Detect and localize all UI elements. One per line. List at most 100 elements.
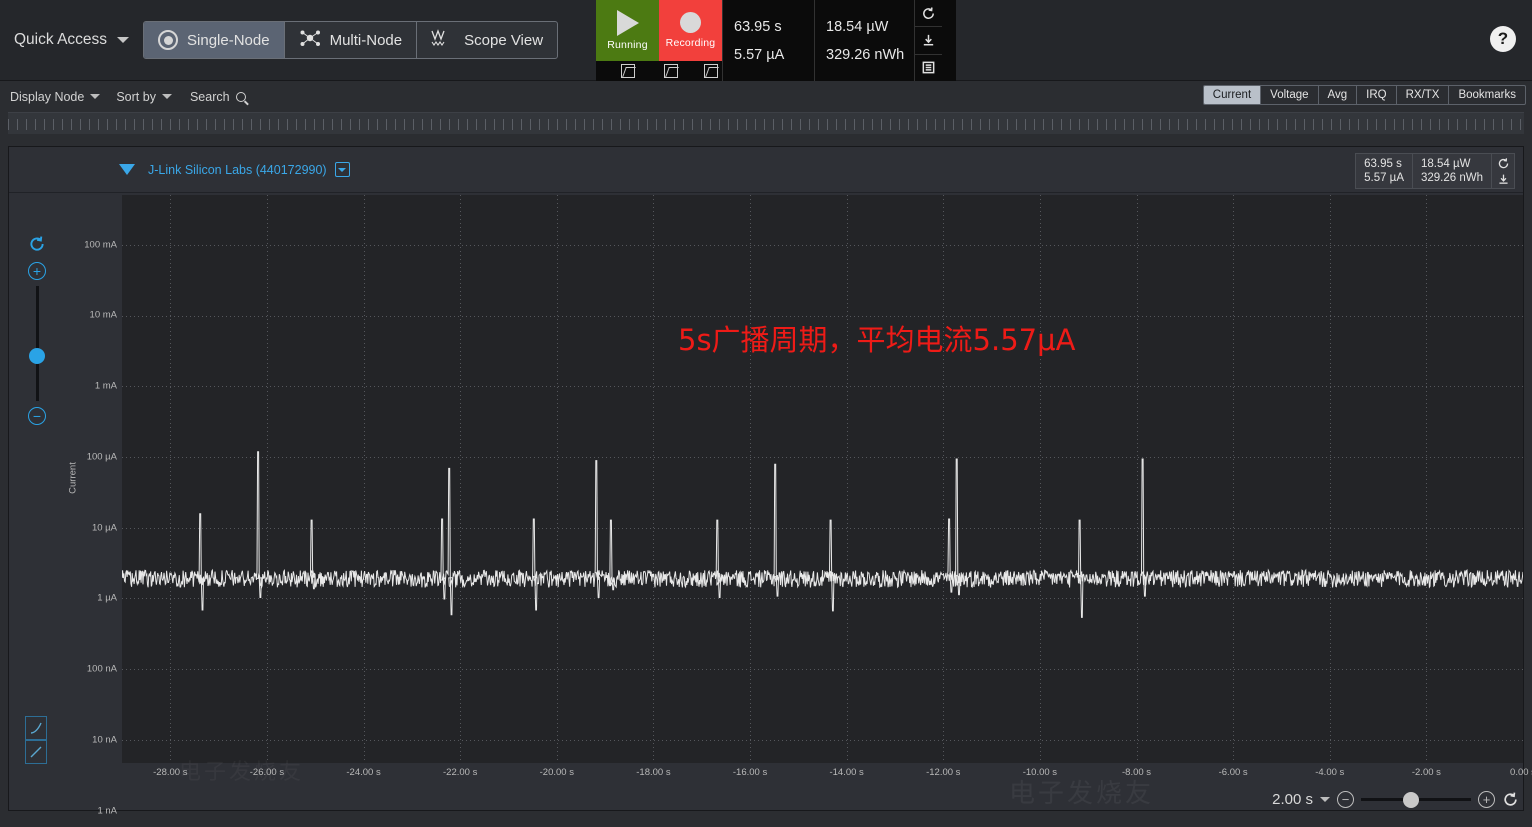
tab-rxtx[interactable]: RX/TX bbox=[1397, 86, 1450, 104]
save-icon[interactable] bbox=[1494, 172, 1512, 186]
list-icon[interactable] bbox=[915, 55, 942, 81]
x-tick-label: -20.00 s bbox=[540, 767, 574, 778]
y-tick-label: 100 µA bbox=[87, 452, 117, 463]
recording-button[interactable]: Recording bbox=[659, 0, 722, 61]
tab-voltage[interactable]: Voltage bbox=[1261, 86, 1318, 104]
zoom-in-button[interactable]: + bbox=[28, 262, 46, 280]
zoom-slider-knob[interactable] bbox=[29, 348, 45, 364]
help-icon[interactable]: ? bbox=[1490, 26, 1516, 52]
node-stats-icons bbox=[1492, 154, 1514, 188]
node-header: J-Link Silicon Labs (440172990) 63.95 s … bbox=[9, 147, 1523, 193]
sub-toolbar: Display Node Sort by Search Current Volt… bbox=[0, 81, 1532, 112]
chevron-down-icon[interactable] bbox=[1320, 797, 1330, 802]
node-energy: 329.26 nWh bbox=[1421, 172, 1483, 184]
zoom-reset-icon[interactable] bbox=[28, 235, 46, 258]
zoom-out-button[interactable]: − bbox=[28, 407, 46, 425]
y-axis-title: Current bbox=[67, 462, 78, 494]
y-tick-label: 1 mA bbox=[95, 381, 117, 392]
y-tick-label: 10 mA bbox=[90, 310, 117, 321]
tab-irq[interactable]: IRQ bbox=[1357, 86, 1396, 104]
run-record-cluster: Running Recording 63.95 s 5.57 µA 18.54 … bbox=[596, 0, 956, 81]
x-tick-label: -8.00 s bbox=[1122, 767, 1151, 778]
y-tick-label: 100 nA bbox=[87, 664, 117, 675]
y-axis: Current 100 mA 10 mA 1 mA 100 µA 10 µA 1… bbox=[53, 193, 121, 763]
tab-avg[interactable]: Avg bbox=[1319, 86, 1358, 104]
time-zoom-in-button[interactable]: + bbox=[1478, 791, 1495, 808]
toolbar-elapsed-time: 63.95 s bbox=[734, 19, 814, 35]
trigger-fall-icon[interactable] bbox=[704, 64, 718, 78]
mode-button-multi-node[interactable]: Multi-Node bbox=[285, 22, 418, 58]
save-icon[interactable] bbox=[915, 27, 942, 54]
record-icon bbox=[680, 12, 701, 33]
quick-access-menu[interactable]: Quick Access bbox=[14, 31, 129, 49]
reset-icon[interactable] bbox=[915, 0, 942, 27]
mode-label-multi-node: Multi-Node bbox=[330, 32, 403, 49]
current-plot[interactable]: 5s广播周期，平均电流5.57μA bbox=[122, 195, 1523, 763]
play-icon bbox=[617, 10, 639, 36]
node-avg-power: 18.54 µW bbox=[1421, 158, 1483, 170]
node-time-current-stats: 63.95 s 5.57 µA bbox=[1356, 154, 1413, 188]
running-label: Running bbox=[607, 39, 648, 51]
display-node-dropdown[interactable]: Display Node bbox=[10, 90, 100, 104]
display-node-label: Display Node bbox=[10, 90, 84, 104]
node-dropdown-button[interactable] bbox=[335, 162, 350, 177]
toolbar-avg-current: 5.57 µA bbox=[734, 47, 814, 63]
toolbar-avg-power: 18.54 µW bbox=[826, 19, 914, 35]
scope-view-icon bbox=[431, 28, 455, 52]
chart-area: + − Current 100 mA 10 mA 1 mA 100 µA 10 … bbox=[9, 193, 1525, 812]
search-label: Search bbox=[190, 90, 230, 104]
collapse-triangle-icon[interactable] bbox=[119, 164, 135, 175]
time-zoom-control: 2.00 s − + bbox=[1272, 791, 1519, 808]
log-scale-icon[interactable] bbox=[25, 716, 47, 740]
running-column: Running bbox=[596, 0, 659, 81]
recording-label: Recording bbox=[666, 37, 716, 49]
mode-button-scope-view[interactable]: Scope View bbox=[417, 22, 557, 58]
trigger-rise-icon[interactable] bbox=[664, 64, 678, 78]
time-window-value: 2.00 s bbox=[1272, 791, 1313, 808]
chevron-down-icon bbox=[162, 94, 172, 99]
node-elapsed-time: 63.95 s bbox=[1364, 158, 1404, 170]
sort-by-dropdown[interactable]: Sort by bbox=[116, 90, 172, 104]
x-tick-label: -16.00 s bbox=[733, 767, 767, 778]
current-waveform bbox=[122, 195, 1523, 763]
chevron-down-icon bbox=[117, 37, 129, 43]
mode-label-single-node: Single-Node bbox=[187, 32, 270, 49]
y-tick-label: 10 nA bbox=[92, 735, 117, 746]
scale-toggle-group bbox=[25, 716, 47, 764]
search-button[interactable]: Search bbox=[190, 90, 246, 104]
time-slider-track[interactable] bbox=[1361, 798, 1471, 801]
sort-by-label: Sort by bbox=[116, 90, 156, 104]
recording-trigger-row bbox=[659, 61, 722, 81]
toolbar-energy: 329.26 nWh bbox=[826, 47, 914, 63]
y-tick-label: 1 µA bbox=[97, 593, 117, 604]
timeline-ruler[interactable] bbox=[8, 112, 1524, 134]
running-trigger-button[interactable] bbox=[596, 61, 659, 81]
time-slider-knob[interactable] bbox=[1403, 792, 1419, 808]
mode-button-single-node[interactable]: Single-Node bbox=[144, 22, 285, 58]
toolbar-time-current-stats: 63.95 s 5.57 µA bbox=[722, 0, 814, 81]
top-toolbar: Quick Access Single-Node Multi-Node bbox=[0, 0, 1532, 81]
recording-column: Recording bbox=[659, 0, 722, 81]
chevron-down-icon bbox=[338, 168, 346, 172]
tab-current[interactable]: Current bbox=[1204, 86, 1261, 104]
mode-label-scope-view: Scope View bbox=[464, 32, 543, 49]
reset-icon[interactable] bbox=[1494, 156, 1512, 170]
time-reset-icon[interactable] bbox=[1502, 791, 1519, 808]
linear-scale-icon[interactable] bbox=[25, 740, 47, 764]
single-node-icon bbox=[158, 30, 178, 50]
tab-bookmarks[interactable]: Bookmarks bbox=[1449, 86, 1525, 104]
running-button[interactable]: Running bbox=[596, 0, 659, 61]
x-tick-label: -6.00 s bbox=[1219, 767, 1248, 778]
time-zoom-out-button[interactable]: − bbox=[1337, 791, 1354, 808]
mode-selector-group: Single-Node Multi-Node bbox=[143, 21, 558, 59]
trigger-rise-icon bbox=[621, 64, 635, 78]
zoom-slider-track[interactable] bbox=[36, 286, 39, 401]
x-tick-label: -18.00 s bbox=[636, 767, 670, 778]
y-tick-label: 10 µA bbox=[92, 523, 117, 534]
chevron-down-icon bbox=[90, 94, 100, 99]
x-tick-label: -24.00 s bbox=[346, 767, 380, 778]
x-tick-label: 0.00 s bbox=[1510, 767, 1532, 778]
x-tick-label: -2.00 s bbox=[1412, 767, 1441, 778]
multi-node-icon bbox=[299, 28, 321, 52]
node-title: J-Link Silicon Labs (440172990) bbox=[148, 163, 327, 177]
